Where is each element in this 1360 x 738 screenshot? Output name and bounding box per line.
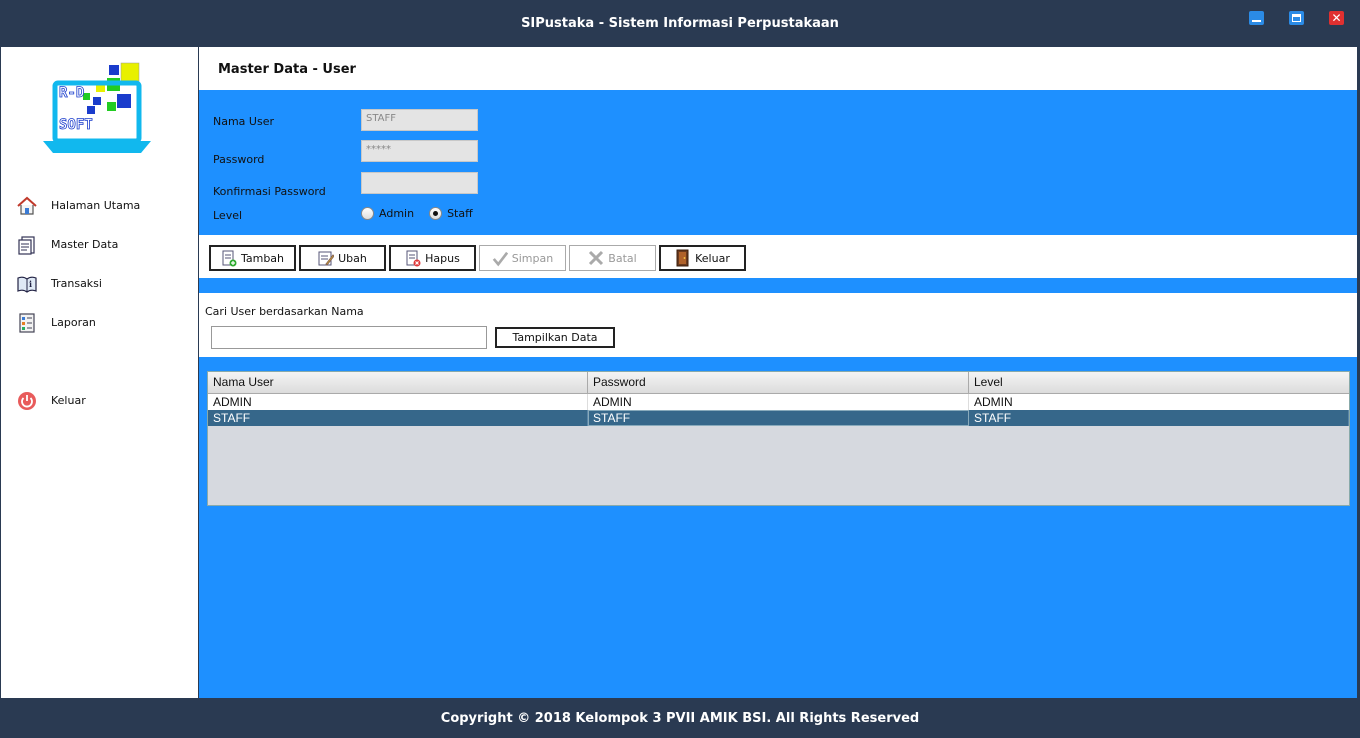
batal-label: Batal (608, 251, 637, 265)
simpan-button[interactable]: Simpan (479, 245, 566, 271)
rd-soft-logo: R-D SOFT (43, 62, 151, 153)
password-label: Password (213, 153, 265, 166)
window-controls: ✕ (1249, 11, 1344, 25)
tambah-label: Tambah (240, 251, 285, 265)
menu-spacer (15, 342, 140, 381)
search-label: Cari User berdasarkan Nama (205, 305, 364, 318)
sidebar-item-label: Transaksi (51, 277, 102, 290)
table-cell: ADMIN (588, 394, 969, 410)
sidebar-item-transaksi[interactable]: i Transaksi (15, 264, 140, 303)
keluar-label: Keluar (695, 251, 730, 265)
sidebar: R-D SOFT Halaman Utama Master Data i Tra… (1, 47, 198, 698)
action-toolbar: Tambah Ubah Hapus Simpan Batal Keluar (199, 235, 1357, 278)
add-document-icon (221, 250, 237, 267)
simpan-label: Simpan (511, 251, 554, 265)
search-section: Cari User berdasarkan Nama Tampilkan Dat… (199, 293, 1357, 357)
sidebar-menu: Halaman Utama Master Data i Transaksi La… (15, 186, 140, 420)
sidebar-item-label: Master Data (51, 238, 119, 251)
table-cell: STAFF (588, 410, 969, 426)
exit-door-icon (675, 249, 691, 267)
nama-user-label: Nama User (213, 115, 274, 128)
table-cell: ADMIN (208, 394, 588, 410)
svg-text:SOFT: SOFT (59, 117, 93, 133)
svg-text:i: i (29, 279, 32, 289)
level-staff-radio[interactable] (429, 207, 443, 220)
level-admin-label: Admin (379, 207, 415, 220)
table-cell: STAFF (208, 410, 588, 426)
page-header: Master Data - User (199, 47, 1357, 90)
document-icon (15, 233, 39, 257)
sidebar-item-label: Laporan (51, 316, 96, 329)
table-row[interactable]: ADMIN ADMIN ADMIN (208, 394, 1349, 410)
level-radio-group: Admin Staff (361, 207, 483, 220)
hapus-button[interactable]: Hapus (389, 245, 476, 271)
sidebar-item-keluar[interactable]: Keluar (15, 381, 140, 420)
main-panel: Master Data - User Nama User STAFF Passw… (199, 47, 1357, 698)
column-header-nama-user[interactable]: Nama User (208, 372, 588, 393)
level-admin-radio[interactable] (361, 207, 374, 220)
checkmark-icon (492, 250, 508, 267)
password-field[interactable]: ***** (361, 140, 478, 162)
level-staff-label: Staff (447, 207, 473, 220)
column-header-level[interactable]: Level (969, 372, 1349, 393)
footer: Copyright © 2018 Kelompok 3 PVII AMIK BS… (0, 698, 1360, 738)
maximize-icon[interactable] (1289, 11, 1304, 25)
hapus-label: Hapus (425, 251, 460, 265)
level-label: Level (213, 209, 243, 222)
page-title: Master Data - User (218, 62, 356, 77)
table-header: Nama User Password Level (208, 372, 1349, 394)
ubah-button[interactable]: Ubah (299, 245, 386, 271)
copyright-text: Copyright © 2018 Kelompok 3 PVII AMIK BS… (440, 710, 920, 726)
tambah-button[interactable]: Tambah (209, 245, 296, 271)
close-icon[interactable]: ✕ (1329, 11, 1344, 25)
konfirmasi-password-field[interactable] (361, 172, 478, 194)
tampilkan-data-button[interactable]: Tampilkan Data (495, 327, 615, 348)
sidebar-item-master-data[interactable]: Master Data (15, 225, 140, 264)
sidebar-item-laporan[interactable]: Laporan (15, 303, 140, 342)
delete-document-icon (405, 250, 421, 267)
book-info-icon: i (15, 272, 39, 296)
power-icon (15, 389, 39, 413)
cancel-x-icon (588, 250, 604, 267)
svg-text:R-D: R-D (59, 85, 84, 101)
konfirmasi-password-label: Konfirmasi Password (213, 185, 326, 198)
column-header-password[interactable]: Password (588, 372, 969, 393)
report-icon (15, 311, 39, 335)
batal-button[interactable]: Batal (569, 245, 656, 271)
nama-user-field[interactable]: STAFF (361, 109, 478, 131)
ubah-label: Ubah (338, 251, 367, 265)
table-cell: ADMIN (974, 395, 1013, 409)
edit-icon (318, 250, 335, 267)
user-table: Nama User Password Level ADMIN ADMIN ADM… (207, 371, 1350, 506)
keluar-button[interactable]: Keluar (659, 245, 746, 271)
search-input[interactable] (211, 326, 487, 349)
sidebar-item-halaman-utama[interactable]: Halaman Utama (15, 186, 140, 225)
sidebar-item-label: Keluar (51, 394, 86, 407)
title-bar: SIPustaka - Sistem Informasi Perpustakaa… (0, 0, 1360, 46)
table-cell: STAFF (969, 410, 1349, 426)
home-icon (15, 194, 39, 218)
table-row-selected[interactable]: STAFF STAFF STAFF (208, 410, 1349, 426)
minimize-icon[interactable] (1249, 11, 1264, 25)
sidebar-item-label: Halaman Utama (51, 199, 141, 212)
window-title: SIPustaka - Sistem Informasi Perpustakaa… (521, 15, 839, 31)
